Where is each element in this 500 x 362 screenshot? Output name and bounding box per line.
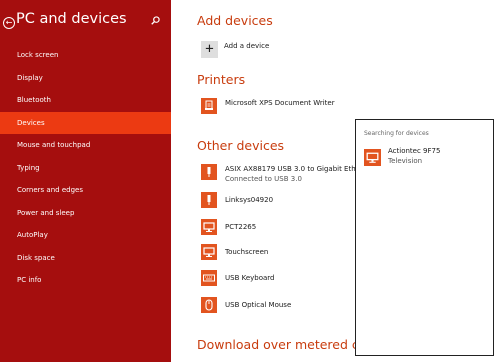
add-device-button[interactable]: + — [201, 41, 218, 58]
sidebar-item-display[interactable]: Display — [0, 67, 171, 90]
mouse-icon — [201, 297, 217, 313]
device-name: Microsoft XPS Document Writer — [225, 99, 335, 107]
sidebar-header: ← PC and devices — [0, 0, 171, 42]
sidebar-item-autoplay[interactable]: AutoPlay — [0, 224, 171, 247]
sidebar-item-devices[interactable]: Devices — [0, 111, 171, 134]
back-arrow-icon[interactable]: ← — [3, 17, 15, 29]
plus-icon: + — [205, 41, 214, 57]
other-devices-heading: Other devices — [197, 138, 285, 153]
monitor-icon — [201, 244, 217, 260]
usb-icon — [201, 164, 217, 180]
search-icon[interactable] — [151, 16, 160, 25]
device-name: Touchscreen — [225, 248, 269, 256]
device-row-asix-adapter[interactable]: ASIX AX88179 USB 3.0 to Gigabit Ethernet… — [201, 164, 386, 184]
printers-heading: Printers — [197, 72, 246, 87]
device-name: USB Keyboard — [225, 274, 275, 282]
printer-icon — [201, 98, 217, 114]
sidebar-item-lock-screen[interactable]: Lock screen — [0, 44, 171, 67]
device-row-pct2265[interactable]: PCT2265 — [201, 219, 321, 239]
sidebar-item-typing[interactable]: Typing — [0, 157, 171, 180]
sidebar-item-corners-and-edges[interactable]: Corners and edges — [0, 179, 171, 202]
searching-devices-panel: Searching for devices Actiontec 9F75 Tel… — [355, 119, 494, 356]
keyboard-icon — [201, 270, 217, 286]
sidebar-item-pc-info[interactable]: PC info — [0, 269, 171, 292]
device-row-usb-keyboard[interactable]: USB Keyboard — [201, 270, 321, 290]
monitor-icon — [201, 219, 217, 235]
device-row-xps-writer[interactable]: Microsoft XPS Document Writer — [201, 98, 351, 118]
sidebar-item-disk-space[interactable]: Disk space — [0, 247, 171, 270]
monitor-icon — [364, 149, 381, 166]
found-device-actiontec[interactable]: Actiontec 9F75 Television — [364, 147, 484, 167]
sidebar-item-power-and-sleep[interactable]: Power and sleep — [0, 202, 171, 225]
add-devices-heading: Add devices — [197, 13, 273, 28]
device-name: PCT2265 — [225, 223, 257, 231]
device-name: USB Optical Mouse — [225, 301, 292, 309]
panel-title: Searching for devices — [364, 130, 429, 137]
device-name: Linksys04920 — [225, 196, 274, 204]
found-device-type: Television — [388, 157, 423, 165]
sidebar-item-mouse-and-touchpad[interactable]: Mouse and touchpad — [0, 134, 171, 157]
found-device-name: Actiontec 9F75 — [388, 147, 441, 155]
device-row-usb-mouse[interactable]: USB Optical Mouse — [201, 297, 321, 317]
usb-icon — [201, 192, 217, 208]
sidebar-title: PC and devices — [16, 11, 127, 27]
device-row-touchscreen[interactable]: Touchscreen — [201, 244, 321, 264]
sidebar-item-bluetooth[interactable]: Bluetooth — [0, 89, 171, 112]
add-device-label[interactable]: Add a device — [224, 42, 269, 50]
sidebar-nav: Lock screen Display Bluetooth Devices Mo… — [0, 44, 171, 292]
device-row-linksys[interactable]: Linksys04920 — [201, 192, 321, 212]
sidebar: ← PC and devices Lock screen Display Blu… — [0, 0, 171, 362]
